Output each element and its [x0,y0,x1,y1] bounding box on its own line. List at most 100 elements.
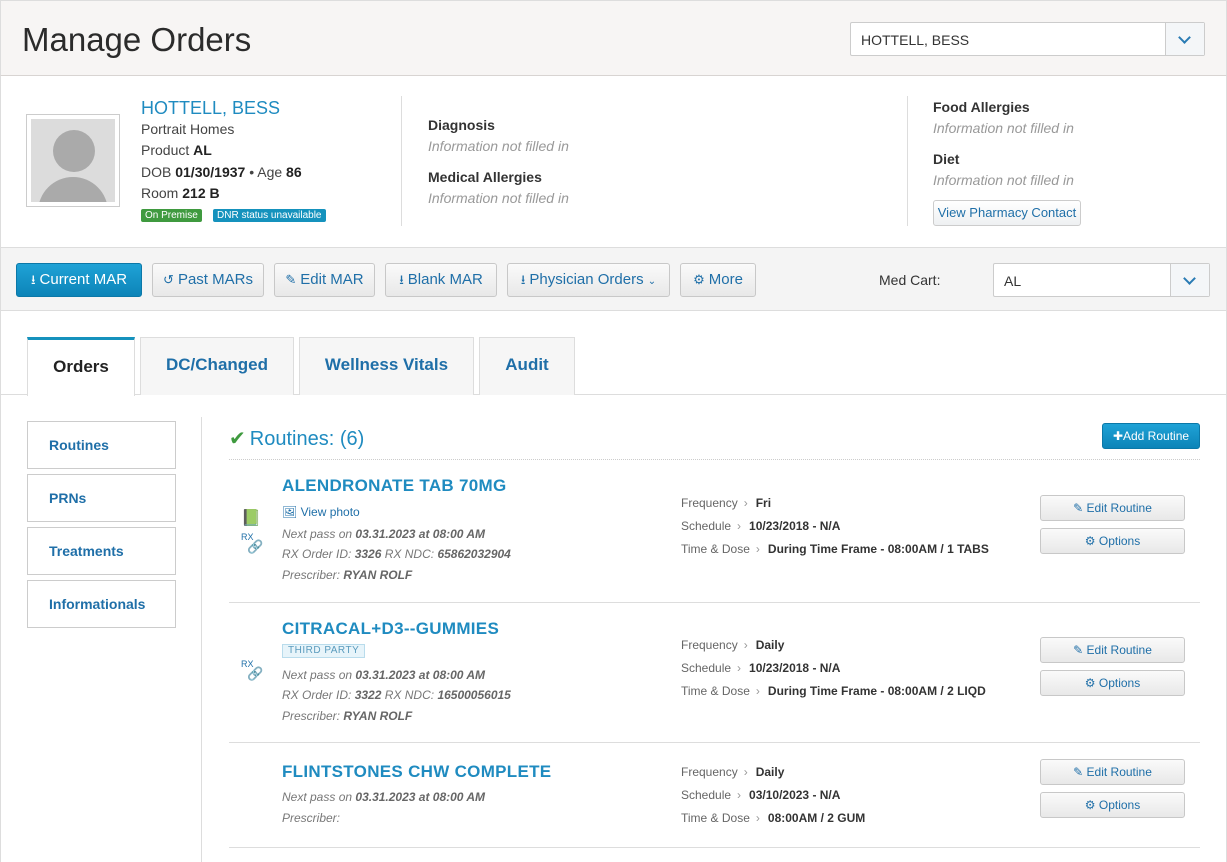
dnr-status-badge: DNR status unavailable [213,209,326,222]
chevron-right-icon: › [737,661,742,675]
routines-heading: ✔ Routines: (6) [229,428,365,450]
edit-routine-button[interactable]: ✎ Edit Routine [1040,637,1185,663]
chevron-down-icon [1183,272,1196,285]
med-cart-value: AL [1004,273,1022,289]
tab-orders[interactable]: Orders [27,337,135,396]
prescriber: Prescriber: RYAN ROLF [282,709,413,723]
frequency: Frequency › Daily [681,638,785,652]
toolbar: ⭳ Current MAR ↺ Past MARs ✎ Edit MAR ⭳ Blank… [0,247,1227,311]
tabs-bar: Orders DC/Changed Wellness Vitals Audit [0,311,1227,396]
food-allergies-label: Food Allergies [933,99,1030,115]
download-icon: ⭳ [30,272,36,287]
order-name[interactable]: FLINTSTONES CHW COMPLETE [282,762,551,782]
patient-photo [26,114,120,207]
diet-value: Information not filled in [933,172,1074,188]
tab-dc-changed[interactable]: DC/Changed [140,337,294,395]
view-photo-link[interactable]: 🖼 View photo [282,505,360,519]
rx-order-info: RX Order ID: 3322 RX NDC: 16500056015 [282,688,511,702]
prescriber: Prescriber: RYAN ROLF [282,568,413,582]
patient-product: Product AL [141,142,212,158]
med-cart-label: Med Cart: [879,272,941,288]
gear-icon: ⚙ [693,272,705,287]
chevron-right-icon: › [737,788,742,802]
time-dose: Time & Dose › During Time Frame - 08:00AM … [681,542,989,556]
chevron-right-icon: › [743,496,748,510]
chevron-right-icon: › [755,811,760,825]
med-cart-select[interactable]: AL [993,263,1210,297]
download-icon: ⭳ [520,272,526,287]
resident-select-toggle[interactable] [1165,23,1204,55]
gear-icon: ⚙ [1084,534,1096,548]
schedule: Schedule › 03/10/2023 - N/A [681,788,841,802]
patient-facility: Portrait Homes [141,121,235,137]
pencil-icon: ✎ [285,272,297,287]
patient-room: Room 212 B [141,185,220,201]
sidebar-item-treatments[interactable]: Treatments [27,527,176,575]
edit-routine-button[interactable]: ✎ Edit Routine [1040,495,1185,521]
edit-mar-button[interactable]: ✎ Edit MAR [274,263,375,297]
chevron-down-icon [1178,31,1191,44]
blank-mar-button[interactable]: ⭳ Blank MAR [385,263,497,297]
medical-allergies-value: Information not filled in [428,190,569,206]
rx-order-info: RX Order ID: 3326 RX NDC: 65862032904 [282,547,511,561]
schedule: Schedule › 10/23/2018 - N/A [681,661,841,675]
diagnosis-value: Information not filled in [428,138,569,154]
chevron-right-icon: › [755,542,760,556]
download-icon: ⭳ [399,272,404,287]
edit-routine-button[interactable]: ✎ Edit Routine [1040,759,1185,785]
diagnosis-label: Diagnosis [428,117,495,133]
more-button[interactable]: ⚙ More [680,263,756,297]
gear-icon: ⚙ [1084,676,1096,690]
add-routine-button[interactable]: ✚Add Routine [1102,423,1200,449]
current-mar-button[interactable]: ⭳ Current MAR [16,263,142,297]
past-mars-button[interactable]: ↺ Past MARs [152,263,264,297]
sidebar-item-informationals[interactable]: Informationals [27,580,176,628]
options-button[interactable]: ⚙ Options [1040,528,1185,554]
pencil-icon: ✎ [1073,501,1084,515]
rx-link-icon: RX 🔗 [241,659,264,681]
physician-orders-button[interactable]: ⭳ Physician Orders ⌄ [507,263,670,297]
sidebar-item-prns[interactable]: PRNs [27,474,176,522]
resident-select[interactable]: HOTTELL, BESS [850,22,1205,56]
food-allergies-value: Information not filled in [933,120,1074,136]
sidebar-item-routines[interactable]: Routines [27,421,176,469]
chevron-right-icon: › [755,684,760,698]
pencil-icon: ✎ [1073,643,1084,657]
next-pass: Next pass on 03.31.2023 at 08:00 AM [282,790,486,804]
chevron-down-icon: ⌄ [647,276,657,287]
order-row: FLINTSTONES CHW COMPLETE Next pass on 03… [229,743,1200,848]
tab-audit[interactable]: Audit [479,337,575,395]
order-name[interactable]: CITRACAL+D3--GUMMIES [282,619,499,639]
rx-link-icon: RX 🔗 [241,532,264,554]
patient-panel: HOTTELL, BESS Portrait Homes Product AL … [0,76,1227,247]
patient-name[interactable]: HOTTELL, BESS [141,98,280,119]
orders-content: Routines PRNs Treatments Informationals … [0,395,1227,862]
schedule: Schedule › 10/23/2018 - N/A [681,519,841,533]
divider [907,96,908,226]
frequency: Frequency › Daily [681,765,785,779]
divider [401,96,402,226]
options-button[interactable]: ⚙ Options [1040,670,1185,696]
book-icon: 📗 [241,510,261,527]
third-party-badge: THIRD PARTY [282,644,366,658]
patient-dob-age: DOB 01/30/1937 • Age 86 [141,164,302,180]
chevron-right-icon: › [743,638,748,652]
frequency: Frequency › Fri [681,496,772,510]
order-name[interactable]: ALENDRONATE TAB 70MG [282,476,507,496]
page-header: Manage Orders HOTTELL, BESS [0,0,1227,76]
time-dose: Time & Dose › 08:00AM / 2 GUM [681,811,866,825]
view-pharmacy-contact-button[interactable]: View Pharmacy Contact [933,200,1081,226]
next-pass: Next pass on 03.31.2023 at 08:00 AM [282,527,486,541]
order-row: ALENDRONATE TAB 70MG 📗 RX 🔗 🖼 View photo … [229,460,1200,603]
divider [201,417,202,862]
on-premise-badge: On Premise [141,209,202,222]
avatar-placeholder-icon [31,119,115,202]
gear-icon: ⚙ [1084,798,1096,812]
medical-allergies-label: Medical Allergies [428,169,542,185]
pencil-icon: ✎ [1073,765,1084,779]
med-cart-toggle[interactable] [1170,264,1209,296]
options-button[interactable]: ⚙ Options [1040,792,1185,818]
chevron-right-icon: › [743,765,748,779]
order-row: CITRACAL+D3--GUMMIES RX 🔗 THIRD PARTY Nex… [229,603,1200,743]
tab-wellness-vitals[interactable]: Wellness Vitals [299,337,474,395]
